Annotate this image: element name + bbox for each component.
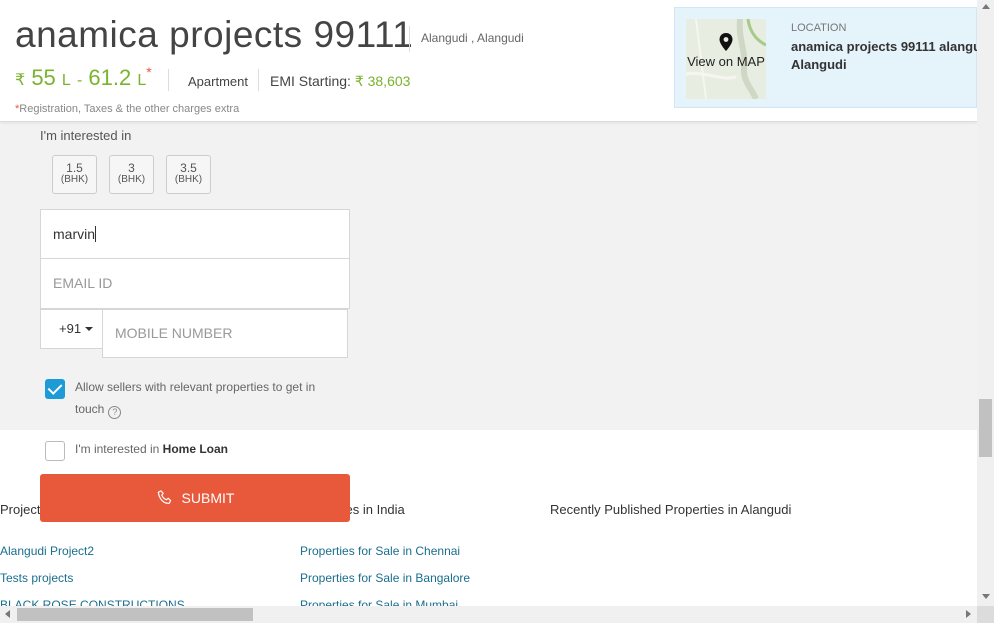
home-loan-checkbox[interactable] [45, 441, 65, 461]
recently-published-heading: Recently Published Properties in Alangud… [550, 502, 792, 517]
emi-value: ₹ 38,603 [354, 73, 411, 89]
price-separator: - [76, 72, 83, 89]
home-loan-prefix: I'm interested in [75, 442, 160, 456]
bhk-number: 3.5 [180, 161, 197, 175]
footer-link-bangalore[interactable]: Properties for Sale in Bangalore [300, 571, 470, 585]
price-asterisk: * [146, 64, 152, 80]
help-icon[interactable]: ? [108, 406, 122, 419]
home-loan-bold: Home Loan [162, 442, 229, 456]
horizontal-scroll-thumb[interactable] [17, 608, 253, 621]
enquiry-form-panel: I'm interested in 1.5 (BHK) 3 (BHK) 3.5 … [0, 122, 977, 430]
location-label: LOCATION [791, 22, 847, 34]
bhk-number: 3 [128, 161, 135, 175]
scroll-left-arrow-icon[interactable] [5, 610, 10, 618]
emi-label: EMI Starting: [270, 73, 351, 89]
property-header: anamica projects 99111 Alangudi , Alangu… [0, 0, 993, 122]
text-caret [95, 226, 97, 242]
country-code-value: +91 [59, 321, 82, 336]
mobile-number-input[interactable]: MOBILE NUMBER [102, 309, 348, 358]
price-range: ₹ 55 L - 61.2 L* [15, 64, 152, 91]
bhk-unit: (BHK) [60, 174, 89, 185]
vertical-scrollbar[interactable] [977, 0, 994, 606]
footer-link-chennai[interactable]: Properties for Sale in Chennai [300, 544, 460, 558]
charges-disclaimer: *Registration, Taxes & the other charges… [15, 103, 239, 115]
page-viewport: Projects Properties in India Recently Pu… [0, 0, 994, 623]
view-on-map-link[interactable]: View on MAP [686, 55, 766, 69]
rupee-symbol: ₹ [15, 72, 26, 89]
bhk-unit: (BHK) [117, 174, 146, 185]
location-name-line1: anamica projects 99111 alangudi [791, 39, 993, 54]
location-name: anamica projects 99111 alangudi Alangudi [791, 38, 993, 74]
vertical-scroll-thumb[interactable] [979, 399, 992, 457]
scrollbar-corner [977, 606, 994, 623]
price-max-unit: L [137, 72, 147, 89]
bhk-unit: (BHK) [174, 174, 203, 185]
scroll-right-arrow-icon[interactable] [966, 610, 971, 618]
disclaimer-text: Registration, Taxes & the other charges … [19, 103, 240, 115]
footer-link-project-1[interactable]: Alangudi Project2 [0, 544, 94, 558]
submit-button[interactable]: SUBMIT [40, 474, 350, 522]
scroll-down-arrow-icon[interactable] [982, 594, 990, 599]
bhk-option-3-5[interactable]: 3.5 (BHK) [166, 155, 211, 194]
bhk-number: 1.5 [66, 161, 83, 175]
country-code-select[interactable]: +91 [40, 309, 103, 349]
price-min: 55 [31, 65, 56, 90]
interest-label: I'm interested in [40, 128, 132, 143]
email-input[interactable]: EMAIL ID [40, 258, 350, 309]
divider [409, 26, 410, 52]
consent-text: Allow sellers with relevant properties t… [75, 376, 335, 420]
submit-label: SUBMIT [181, 490, 235, 506]
chevron-down-icon [85, 327, 94, 331]
location-name-line2: Alangudi [791, 57, 847, 72]
divider [258, 69, 259, 91]
bhk-option-1-5[interactable]: 1.5 (BHK) [52, 155, 97, 194]
emi-info: EMI Starting: ₹ 38,603 [270, 73, 410, 90]
divider [168, 69, 169, 91]
phone-icon [156, 478, 174, 526]
footer-link-project-2[interactable]: Tests projects [0, 571, 73, 585]
property-type: Apartment [188, 74, 248, 89]
price-min-unit: L [61, 72, 71, 89]
bhk-option-3[interactable]: 3 (BHK) [109, 155, 154, 194]
title-location: Alangudi , Alangudi [421, 31, 524, 45]
map-thumbnail[interactable]: View on MAP [686, 19, 766, 99]
name-input-value: marvin [53, 226, 96, 242]
consent-checkbox[interactable] [45, 379, 65, 399]
location-box: View on MAP LOCATION anamica projects 99… [674, 7, 993, 108]
scroll-up-arrow-icon[interactable] [982, 4, 990, 9]
home-loan-label: I'm interested in Home Loan [75, 442, 228, 456]
price-max: 61.2 [88, 65, 132, 90]
name-input[interactable]: marvin [40, 209, 350, 259]
page-title: anamica projects 99111 [15, 14, 414, 55]
map-pin-icon [719, 33, 733, 51]
